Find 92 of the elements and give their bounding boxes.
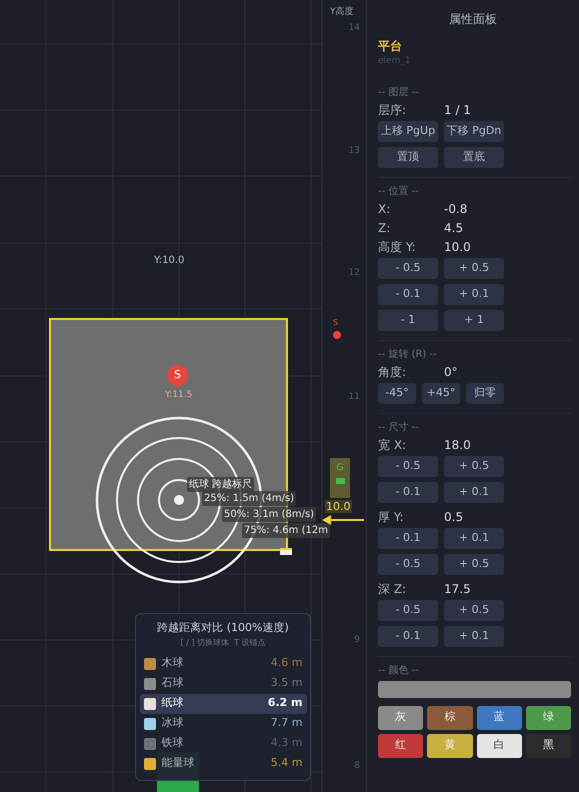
step-button[interactable]: 置顶	[378, 146, 438, 168]
field-value: 18.0	[444, 437, 471, 454]
field-value: 1 / 1	[444, 102, 471, 119]
step-button[interactable]: + 0.1	[444, 528, 504, 548]
field-value: 0.5	[444, 509, 464, 526]
ball-name: 能量球	[162, 755, 194, 772]
step-button[interactable]: + 0.5	[444, 456, 504, 476]
step-button[interactable]: + 0.1	[444, 626, 504, 646]
step-button[interactable]: 归零	[466, 382, 504, 404]
step-button[interactable]: - 0.1	[378, 284, 438, 304]
field-label: 宽 X:	[378, 437, 408, 454]
ball-name: 纸球	[162, 695, 184, 712]
ruler-tick-label: 14	[348, 22, 360, 35]
field-label: Z:	[378, 220, 392, 237]
section-title: -- 位置 --	[378, 184, 420, 198]
ball-name: 冰球	[162, 715, 184, 732]
color-swatch[interactable]: 蓝	[476, 706, 522, 730]
comparison-hint: [ / ] 切换球体 T 设锚点	[180, 636, 266, 648]
field-label: 厚 Y:	[378, 509, 405, 526]
step-button[interactable]: + 0.1	[444, 482, 504, 502]
ruler-tick-label: 11	[348, 391, 360, 404]
color-swatch[interactable]: 棕	[427, 706, 472, 730]
ball-row[interactable]: 铁球 4.3 m	[140, 734, 306, 754]
range-label: 25%: 1.5m (4m/s)	[202, 491, 296, 506]
ruler-title: Y高度	[330, 6, 354, 19]
ball-row[interactable]: 纸球 6.2 m	[140, 694, 306, 714]
trajectory-title: 纸球 跨越标尺	[187, 477, 254, 492]
step-button[interactable]: - 0.5	[378, 554, 438, 574]
step-button[interactable]: - 1	[378, 310, 438, 330]
step-button[interactable]: + 0.5	[444, 258, 504, 278]
step-button[interactable]: - 0.5	[378, 600, 438, 620]
ball-row[interactable]: 冰球 7.7 m	[140, 714, 306, 734]
ball-row[interactable]: 石球 3.5 m	[140, 674, 306, 694]
comparison-title: 跨越距离对比 (100%速度)	[157, 620, 289, 636]
ruler-tick-label: 12	[348, 267, 360, 280]
step-button[interactable]: 上移 PgUp	[378, 120, 438, 142]
section-title: -- 尺寸 --	[378, 420, 420, 434]
step-button[interactable]: - 0.5	[378, 456, 438, 476]
step-button[interactable]: - 0.1	[378, 482, 438, 502]
element-name: 平台	[378, 38, 403, 55]
ruler-tick-label: 8	[354, 760, 360, 773]
goal-height-label: 10.0	[325, 500, 352, 513]
ball-distance: 4.6 m	[270, 655, 302, 672]
field-value: 10.0	[444, 239, 471, 256]
step-button[interactable]: - 0.1	[378, 528, 438, 548]
section-title: -- 旋转 (R) --	[378, 348, 438, 362]
step-button[interactable]: -45°	[378, 382, 416, 404]
section-title: -- 颜色 --	[378, 664, 420, 678]
step-button[interactable]: + 0.5	[444, 554, 504, 574]
step-button[interactable]: - 0.5	[378, 258, 438, 278]
color-swatch[interactable]: 红	[378, 734, 424, 758]
step-button[interactable]: + 0.1	[444, 284, 504, 304]
field-value: 4.5	[444, 220, 464, 237]
field-value: 0°	[444, 364, 458, 381]
step-button[interactable]: + 1	[444, 310, 504, 330]
field-label: 角度:	[378, 364, 408, 381]
step-button[interactable]: +45°	[422, 382, 460, 404]
goal-label: G	[336, 462, 344, 475]
ruler-tick-label: 13	[348, 145, 360, 158]
ball-distance: 6.2 m	[268, 695, 302, 712]
goal-flag-icon	[336, 478, 344, 484]
field-label: X:	[378, 201, 392, 218]
field-label: 层序:	[378, 102, 408, 119]
step-button[interactable]: 下移 PgDn	[444, 120, 504, 142]
section-title: -- 图层 --	[378, 86, 420, 100]
step-button[interactable]: + 0.5	[444, 600, 504, 620]
ball-distance: 3.5 m	[270, 675, 302, 692]
range-label: 50%: 3.1m (8m/s)	[222, 507, 316, 522]
color-swatch[interactable]: 白	[476, 734, 522, 758]
ball-row[interactable]: 木球 4.6 m	[140, 654, 306, 674]
ball-name: 石球	[162, 675, 184, 692]
panel-title: 属性面板	[449, 11, 497, 28]
step-button[interactable]: - 0.1	[378, 626, 438, 646]
ball-row[interactable]: 能量球 5.4 m	[140, 754, 306, 774]
field-label: 深 Z:	[378, 581, 408, 598]
ball-distance: 4.3 m	[270, 735, 302, 752]
ball-distance: 7.7 m	[270, 715, 302, 732]
range-label: 75%: 4.6m (12m	[242, 523, 330, 538]
color-swatch[interactable]: 黑	[526, 734, 571, 758]
height-pointer-arrow	[322, 514, 364, 526]
step-button[interactable]: 置底	[444, 146, 504, 168]
field-value: -0.8	[444, 201, 468, 218]
spawn-height-label: Y:11.5	[165, 389, 192, 402]
ruler-spawn-label: S	[333, 317, 338, 329]
ball-name: 木球	[162, 655, 184, 672]
height-label: Y:10.0	[154, 254, 184, 268]
ruler-tick-label: 9	[354, 634, 360, 647]
field-label: 高度 Y:	[378, 239, 417, 256]
ball-distance: 5.4 m	[270, 755, 302, 772]
field-value: 17.5	[444, 581, 471, 598]
ball-name: 铁球	[162, 735, 184, 752]
platform-handle[interactable]	[280, 548, 292, 555]
